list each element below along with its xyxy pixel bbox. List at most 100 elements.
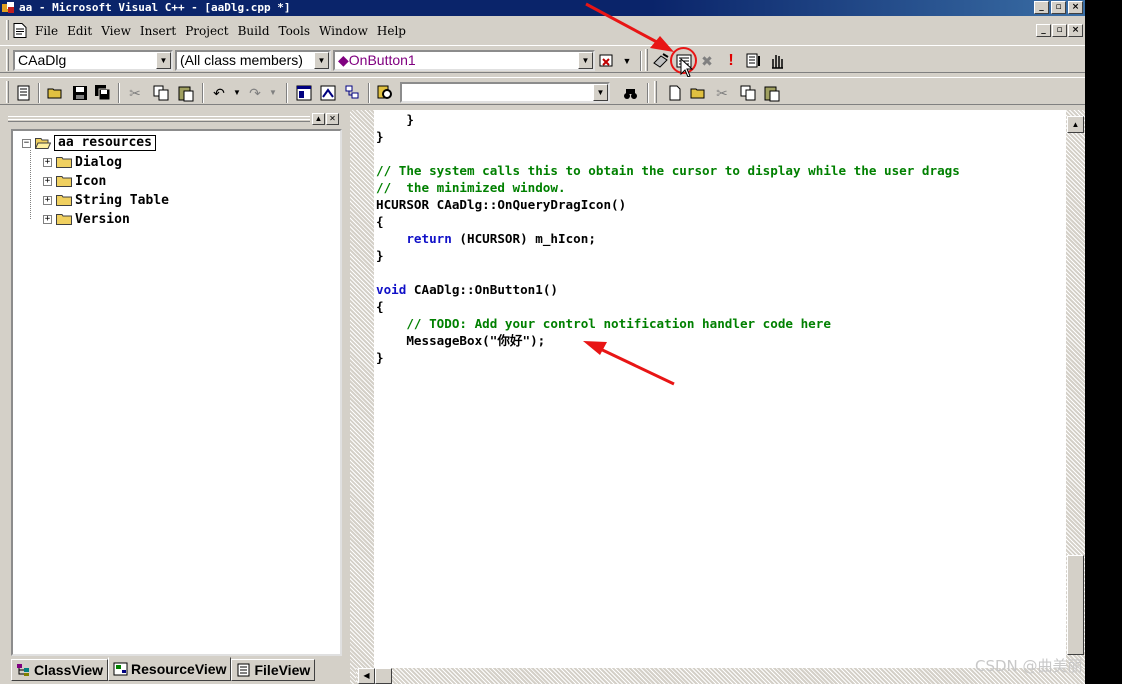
menubar-grip[interactable] xyxy=(6,20,9,40)
toolbar-grip[interactable] xyxy=(6,81,9,103)
open-folder-icon[interactable] xyxy=(689,83,709,103)
close-button[interactable]: × xyxy=(1068,1,1083,14)
go-icon[interactable] xyxy=(744,51,764,71)
redo-dropdown-icon[interactable]: ▼ xyxy=(263,83,283,103)
scroll-thumb-h[interactable] xyxy=(375,668,392,684)
filter-combo[interactable]: (All class members) ▼ xyxy=(175,50,331,71)
code-line[interactable]: { xyxy=(376,298,384,315)
tree-item-string-table[interactable]: + String Table xyxy=(43,191,169,209)
panel-maximize-icon[interactable]: ▲ xyxy=(312,113,325,125)
chevron-down-icon[interactable]: ▼ xyxy=(156,52,171,69)
compile-icon[interactable] xyxy=(651,51,671,71)
window-title: aa - Microsoft Visual C++ - [aaDlg.cpp *… xyxy=(19,1,291,14)
vc-app-icon xyxy=(2,2,14,13)
panel-close-icon[interactable]: ✕ xyxy=(326,113,339,125)
code-line[interactable]: } xyxy=(376,128,384,145)
screen-margin xyxy=(1085,0,1122,684)
mdi-restore-button[interactable]: ▫ xyxy=(1052,24,1067,37)
output-window-icon[interactable] xyxy=(318,83,338,103)
code-line[interactable]: { xyxy=(376,213,384,230)
find-combo[interactable]: ▼ xyxy=(400,82,610,103)
code-line[interactable]: } xyxy=(376,349,384,366)
code-line[interactable]: // the minimized window. xyxy=(376,179,566,196)
expand-icon[interactable]: + xyxy=(43,176,52,186)
menu-project[interactable]: Project xyxy=(185,24,228,38)
tab-classview[interactable]: ClassView xyxy=(11,659,109,681)
tree-item-icon[interactable]: + Icon xyxy=(43,172,106,190)
menu-build[interactable]: Build xyxy=(238,24,270,38)
wizard-action-icon[interactable] xyxy=(597,51,617,71)
resource-tree: − aa resources + Dialog + Icon + String … xyxy=(11,129,342,656)
paste-icon[interactable] xyxy=(762,83,782,103)
panel-grip[interactable] xyxy=(8,119,310,122)
scroll-up-icon[interactable]: ▲ xyxy=(1067,116,1084,133)
tab-fileview[interactable]: FileView xyxy=(231,659,316,681)
menu-window[interactable]: Window xyxy=(319,24,368,38)
tree-item-dialog[interactable]: + Dialog xyxy=(43,153,122,171)
code-line[interactable]: return (HCURSOR) m_hIcon; xyxy=(376,230,596,247)
expand-icon[interactable]: + xyxy=(43,157,52,167)
tab-resourceview[interactable]: ResourceView xyxy=(108,657,232,681)
toolbar-separator xyxy=(118,83,120,103)
undo-icon[interactable]: ↶ xyxy=(209,83,229,103)
menu-insert[interactable]: Insert xyxy=(140,24,176,38)
expand-icon[interactable]: + xyxy=(43,195,52,205)
menu-view[interactable]: View xyxy=(101,24,131,38)
find-in-files-icon[interactable] xyxy=(375,83,395,103)
code-line[interactable]: } xyxy=(376,247,384,264)
code-token: // the minimized window. xyxy=(376,180,566,195)
find-binoculars-icon[interactable] xyxy=(620,83,640,103)
menu-tools[interactable]: Tools xyxy=(279,24,311,38)
tree-root[interactable]: − aa resources xyxy=(22,134,156,152)
save-all-icon[interactable] xyxy=(93,83,113,103)
mdi-close-button[interactable]: × xyxy=(1068,24,1083,37)
minimize-button[interactable]: _ xyxy=(1034,1,1049,14)
chevron-down-icon[interactable]: ▼ xyxy=(314,52,329,69)
toolbar-grip[interactable] xyxy=(654,81,657,103)
stop-build-icon[interactable]: ✖ xyxy=(697,51,717,71)
copy-icon[interactable] xyxy=(151,83,171,103)
menu-help[interactable]: Help xyxy=(377,24,406,38)
mdi-minimize-button[interactable]: _ xyxy=(1036,24,1051,37)
workspace-icon[interactable] xyxy=(14,83,34,103)
toolbar-grip[interactable] xyxy=(645,49,648,71)
code-line[interactable]: } xyxy=(376,111,414,128)
copy-icon[interactable] xyxy=(738,83,758,103)
folder-icon xyxy=(56,176,72,187)
toolbar-separator xyxy=(640,51,642,71)
chevron-down-icon[interactable]: ▼ xyxy=(593,84,608,101)
menu-file[interactable]: File xyxy=(35,24,58,38)
member-combo[interactable]: ◆OnButton1 ▼ xyxy=(333,50,595,71)
undo-dropdown-icon[interactable]: ▼ xyxy=(227,83,247,103)
save-icon[interactable] xyxy=(70,83,90,103)
code-editor[interactable]: }} // The system calls this to obtain the… xyxy=(374,110,1066,670)
code-line[interactable]: void CAaDlg::OnButton1() xyxy=(376,281,558,298)
tree-item-version[interactable]: + Version xyxy=(43,210,130,228)
restore-button[interactable]: ▫ xyxy=(1051,1,1066,14)
menu-edit[interactable]: Edit xyxy=(67,24,92,38)
redo-icon[interactable]: ↷ xyxy=(245,83,265,103)
execute-icon[interactable]: ! xyxy=(721,51,741,71)
paste-icon[interactable] xyxy=(176,83,196,103)
new-file-icon[interactable] xyxy=(665,83,685,103)
scroll-left-icon[interactable]: ◀ xyxy=(358,668,375,684)
chevron-down-icon[interactable]: ▼ xyxy=(578,52,593,69)
collapse-icon[interactable]: − xyxy=(22,138,31,148)
toolbar-grip[interactable] xyxy=(6,49,9,71)
code-line[interactable]: HCURSOR CAaDlg::OnQueryDragIcon() xyxy=(376,196,626,213)
workspace-window-icon[interactable] xyxy=(294,83,314,103)
code-line[interactable]: // The system calls this to obtain the c… xyxy=(376,162,960,179)
class-combo[interactable]: CAaDlg ▼ xyxy=(13,50,173,71)
vertical-scrollbar[interactable]: ▲ xyxy=(1066,110,1085,670)
cut-icon[interactable]: ✂ xyxy=(125,83,145,103)
code-line[interactable]: MessageBox("你好"); xyxy=(376,332,545,349)
open-folder-icon[interactable] xyxy=(46,83,66,103)
scroll-thumb[interactable] xyxy=(1067,555,1084,655)
code-line[interactable]: // TODO: Add your control notification h… xyxy=(376,315,831,332)
dropdown-arrow-icon[interactable]: ▼ xyxy=(617,51,637,71)
cut-icon[interactable]: ✂ xyxy=(712,83,732,103)
expand-icon[interactable]: + xyxy=(43,214,52,224)
splitter-area[interactable] xyxy=(350,110,374,684)
breakpoint-hand-icon[interactable] xyxy=(767,51,787,71)
window-list-icon[interactable] xyxy=(342,83,362,103)
